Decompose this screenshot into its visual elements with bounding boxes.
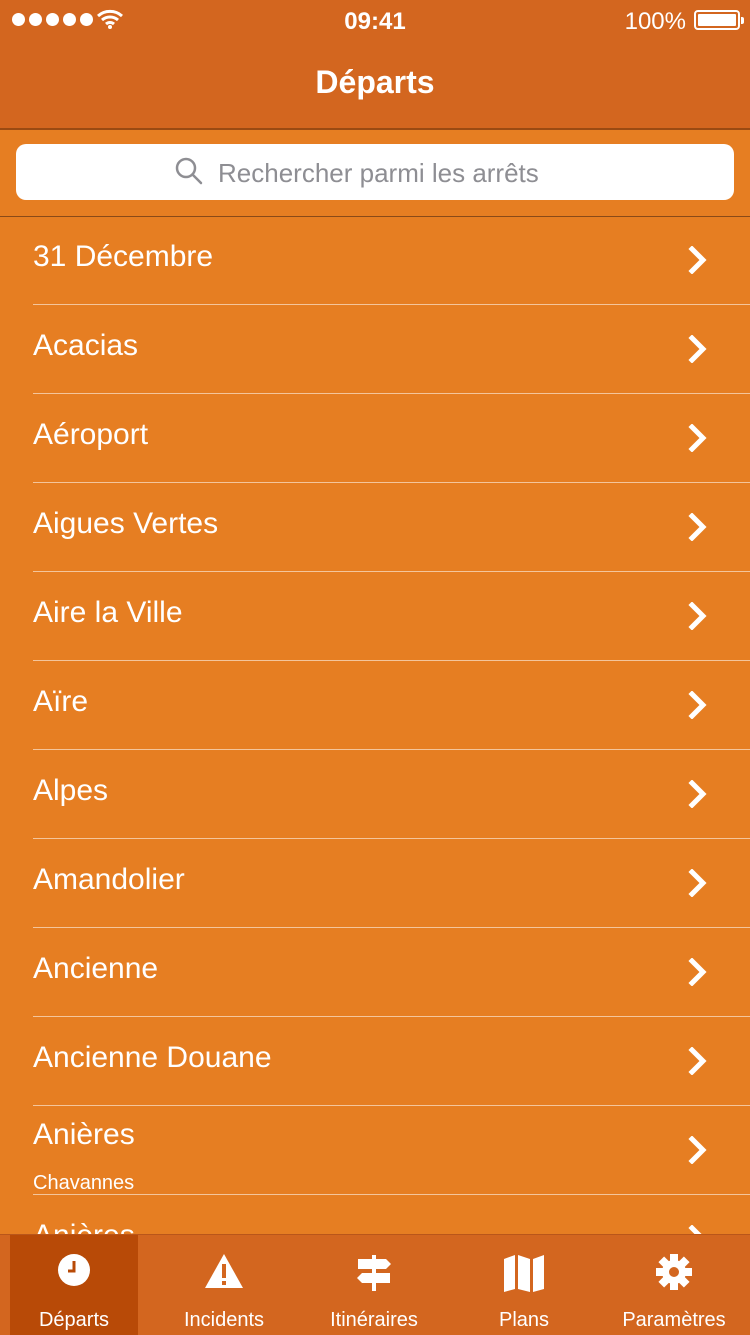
map-icon	[460, 1253, 588, 1293]
tab-bar: Départs Incidents Itinéraires Plans Paramètr…	[0, 1234, 750, 1335]
stop-name: Anières	[33, 1219, 135, 1234]
tab-label: Paramètres	[622, 1309, 726, 1331]
stop-name: Alpes	[33, 774, 109, 807]
list-item[interactable]: Aïre	[33, 661, 750, 750]
chevron-right-icon	[688, 334, 708, 368]
list-item[interactable]: Alpes	[33, 750, 750, 839]
stops-list: 31 Décembre Acacias Aéroport Aigues Vertes A…	[0, 216, 750, 1234]
chevron-right-icon	[688, 423, 708, 457]
search-bar-container	[0, 130, 750, 217]
chevron-right-icon	[688, 1046, 708, 1080]
chevron-right-icon	[688, 690, 708, 724]
chevron-right-icon	[688, 957, 708, 991]
list-item[interactable]: Anières	[33, 1195, 750, 1234]
page-title: Départs	[315, 64, 435, 100]
list-item[interactable]: Aigues Vertes	[33, 483, 750, 572]
chevron-right-icon	[688, 601, 708, 635]
chevron-right-icon	[688, 1135, 708, 1169]
signpost-icon	[310, 1253, 438, 1293]
list-item[interactable]: Ancienne Douane	[33, 1017, 750, 1106]
chevron-right-icon	[688, 1224, 708, 1234]
list-item[interactable]: Ancienne	[33, 928, 750, 1017]
status-bar: 09:41 100%	[0, 0, 750, 42]
stop-name: Ancienne	[33, 952, 159, 985]
stop-name: 31 Décembre	[33, 240, 214, 273]
tab-gear[interactable]: Paramètres	[610, 1235, 738, 1335]
chevron-right-icon	[688, 512, 708, 546]
gear-icon	[610, 1253, 738, 1291]
tab-label: Itinéraires	[330, 1309, 418, 1331]
tab-clock[interactable]: Départs	[10, 1235, 138, 1335]
stop-name: Acacias	[33, 329, 139, 362]
stop-name: Aïre	[33, 685, 89, 718]
list-item[interactable]: Acacias	[33, 305, 750, 394]
tab-label: Incidents	[183, 1309, 265, 1331]
search-input[interactable]	[216, 152, 720, 194]
list-item[interactable]: Anières Chavannes	[33, 1106, 750, 1195]
stop-name: Aigues Vertes	[33, 507, 219, 540]
battery-icon	[694, 10, 744, 30]
navigation-bar: Départs	[0, 42, 750, 130]
stop-name: Ancienne Douane	[33, 1041, 272, 1074]
chevron-right-icon	[688, 868, 708, 902]
stop-name: Aéroport	[33, 418, 149, 451]
tab-map[interactable]: Plans	[460, 1235, 588, 1335]
search-icon	[174, 156, 204, 191]
warning-icon	[160, 1253, 288, 1289]
stop-subtitle: Chavannes	[33, 1172, 135, 1194]
stop-name: Aire la Ville	[33, 596, 183, 629]
list-item[interactable]: Aire la Ville	[33, 572, 750, 661]
tab-signpost[interactable]: Itinéraires	[310, 1235, 438, 1335]
list-item[interactable]: Aéroport	[33, 394, 750, 483]
stop-name: Anières	[33, 1118, 135, 1151]
tab-label: Plans	[498, 1309, 550, 1331]
tab-warning[interactable]: Incidents	[160, 1235, 288, 1335]
search-bar[interactable]	[16, 144, 734, 200]
list-item[interactable]: 31 Décembre	[33, 216, 750, 305]
battery-percentage: 100%	[624, 8, 686, 35]
chevron-right-icon	[688, 245, 708, 279]
list-item[interactable]: Amandolier	[33, 839, 750, 928]
chevron-right-icon	[688, 779, 708, 813]
stop-name: Amandolier	[33, 863, 185, 896]
tab-label: Départs	[38, 1309, 110, 1331]
clock-icon	[10, 1253, 138, 1287]
